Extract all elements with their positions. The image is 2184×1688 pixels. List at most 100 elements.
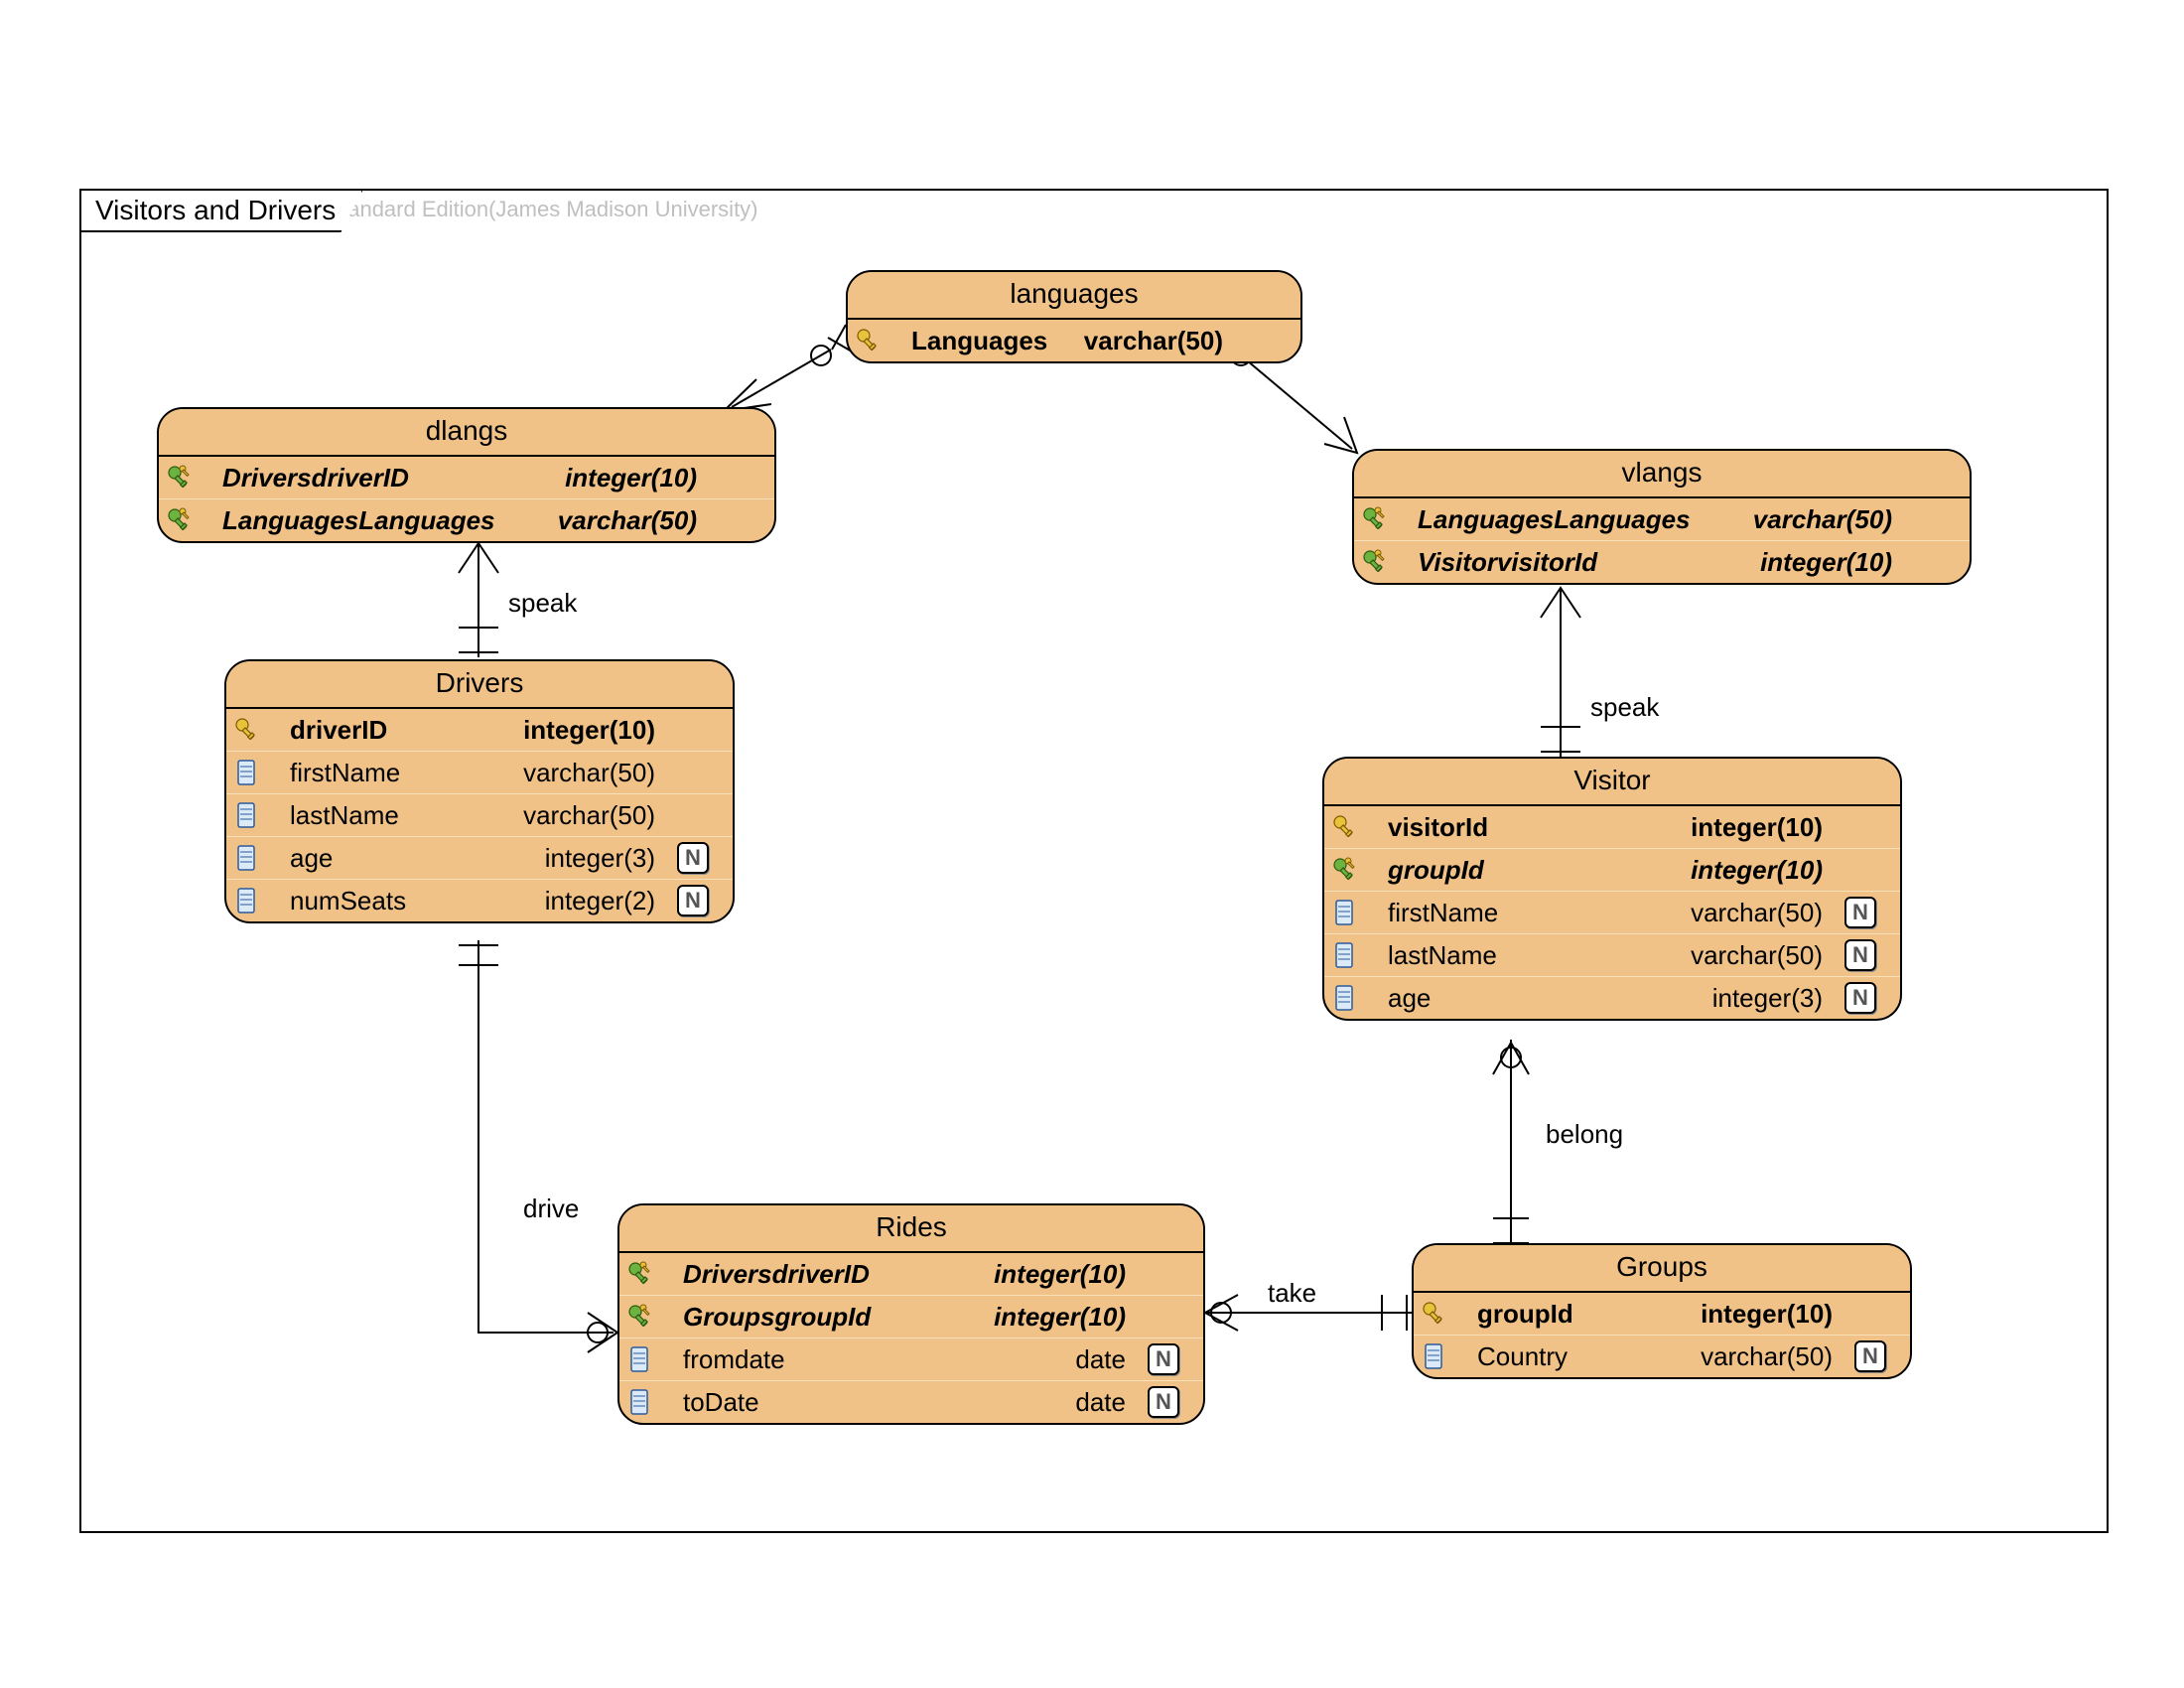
entity-title: Drivers [226,661,733,709]
column-icon [232,758,262,787]
entity-title: dlangs [159,409,774,457]
entity-title: Groups [1414,1245,1910,1293]
entity-row: LanguagesLanguages varchar(50) [1354,498,1970,540]
column-name: driverID [286,711,505,749]
entity-row: DriversdriverID integer(10) [159,457,774,498]
column-type: integer(10) [1691,808,1827,846]
primary-key-icon [1330,812,1360,842]
column-name: numSeats [286,882,527,919]
column-icon [1330,898,1360,927]
entity-title: languages [848,272,1300,320]
column-type: integer(10) [565,459,701,496]
nullable-badge: N [1844,982,1876,1014]
entity-row: visitorId integer(10) [1324,806,1900,848]
entity-body: Languagesvarchar(50) [848,320,1300,361]
entity-body: LanguagesLanguages varchar(50) Visitorvis… [1354,498,1970,583]
entity-row: GroupsgroupIdinteger(10) [619,1295,1203,1337]
column-name: groupId [1473,1295,1683,1333]
primary-key-icon [1420,1299,1449,1329]
entity-title: Rides [619,1205,1203,1253]
column-name: firstName [286,754,505,791]
foreign-key-icon [625,1259,655,1289]
column-icon [1330,940,1360,970]
column-name: DriversdriverID [218,459,547,496]
entity-languages[interactable]: languages Languagesvarchar(50) [846,270,1302,363]
entity-row: groupId integer(10) [1324,848,1900,891]
column-name: lastName [286,796,505,834]
label-belong: belong [1546,1119,1623,1150]
entity-row: numSeats integer(2) N [226,879,733,921]
nullable-badge: N [1148,1343,1179,1375]
label-speak-1: speak [508,588,577,619]
entity-row: groupId integer(10) [1414,1293,1910,1335]
entity-row: fromdate date N [619,1337,1203,1380]
entity-body: groupId integer(10) Countryvarchar(50)N [1414,1293,1910,1377]
foreign-key-icon [1330,855,1360,885]
entity-dlangs[interactable]: dlangs DriversdriverID integer(10) Langua… [157,407,776,543]
entity-row: lastNamevarchar(50)N [1324,933,1900,976]
primary-key-icon [854,326,884,355]
nullable-badge: N [677,842,709,874]
column-name: visitorId [1384,808,1673,846]
entity-body: visitorIdinteger(10) groupIdinteger(10) … [1324,806,1900,1019]
label-speak-2: speak [1590,692,1659,723]
entity-visitor[interactable]: Visitor visitorId integer(10) groupId inte… [1322,757,1902,1021]
column-name: lastName [1384,936,1673,974]
column-type: integer(3) [545,839,659,877]
column-name: groupId [1384,851,1673,889]
foreign-key-icon [1360,504,1390,534]
rel-languages-dlangs [724,325,852,411]
entity-row: lastNamevarchar(50) [226,793,733,836]
diagram-frame: Visitors and Drivers [79,189,2109,1533]
column-type: varchar(50) [1691,936,1827,974]
column-icon [625,1344,655,1374]
entity-title: Visitor [1324,759,1900,806]
column-type: varchar(50) [1084,322,1227,359]
column-icon [1420,1341,1449,1371]
column-name: age [286,839,527,877]
column-type: varchar(50) [558,501,701,539]
label-drive: drive [523,1194,579,1224]
column-type: varchar(50) [523,754,659,791]
column-name: DriversdriverID [679,1255,976,1293]
column-type: integer(10) [1701,1295,1837,1333]
column-type: integer(10) [1760,543,1896,581]
column-type: integer(10) [1691,851,1827,889]
entity-row: age integer(3) N [226,836,733,879]
column-icon [625,1387,655,1417]
column-name: age [1384,979,1695,1017]
column-icon [232,800,262,830]
column-name: Country [1473,1337,1683,1375]
entity-row: Countryvarchar(50)N [1414,1335,1910,1377]
entity-row: VisitorvisitorId integer(10) [1354,540,1970,583]
column-type: integer(10) [994,1298,1130,1336]
entity-title: vlangs [1354,451,1970,498]
entity-rides[interactable]: Rides DriversdriverID integer(10) Groupsg… [617,1203,1205,1425]
column-icon [232,843,262,873]
entity-row: Languagesvarchar(50) [848,320,1300,361]
entity-row: DriversdriverID integer(10) [619,1253,1203,1295]
nullable-badge: N [1148,1386,1179,1418]
column-name: fromdate [679,1340,1057,1378]
column-name: LanguagesLanguages [1414,500,1735,538]
nullable-badge: N [677,885,709,916]
entity-drivers[interactable]: Drivers driverIDinteger(10) firstNamevar… [224,659,735,923]
foreign-key-icon [625,1302,655,1332]
column-type: integer(3) [1712,979,1827,1017]
entity-body: DriversdriverID integer(10) GroupsgroupId… [619,1253,1203,1423]
primary-key-icon [232,715,262,745]
column-type: date [1075,1383,1130,1421]
column-type: date [1075,1340,1130,1378]
entity-row: toDatedateN [619,1380,1203,1423]
column-type: integer(10) [994,1255,1130,1293]
entity-row: firstNamevarchar(50)N [1324,891,1900,933]
column-type: varchar(50) [1753,500,1896,538]
label-take: take [1268,1278,1316,1309]
entity-groups[interactable]: Groups groupId integer(10) Countryvarchar… [1412,1243,1912,1379]
column-icon [232,886,262,915]
entity-row: age integer(3) N [1324,976,1900,1019]
entity-row: LanguagesLanguagesvarchar(50) [159,498,774,541]
column-type: integer(2) [545,882,659,919]
column-name: VisitorvisitorId [1414,543,1742,581]
entity-vlangs[interactable]: vlangs LanguagesLanguages varchar(50) Vis… [1352,449,1972,585]
